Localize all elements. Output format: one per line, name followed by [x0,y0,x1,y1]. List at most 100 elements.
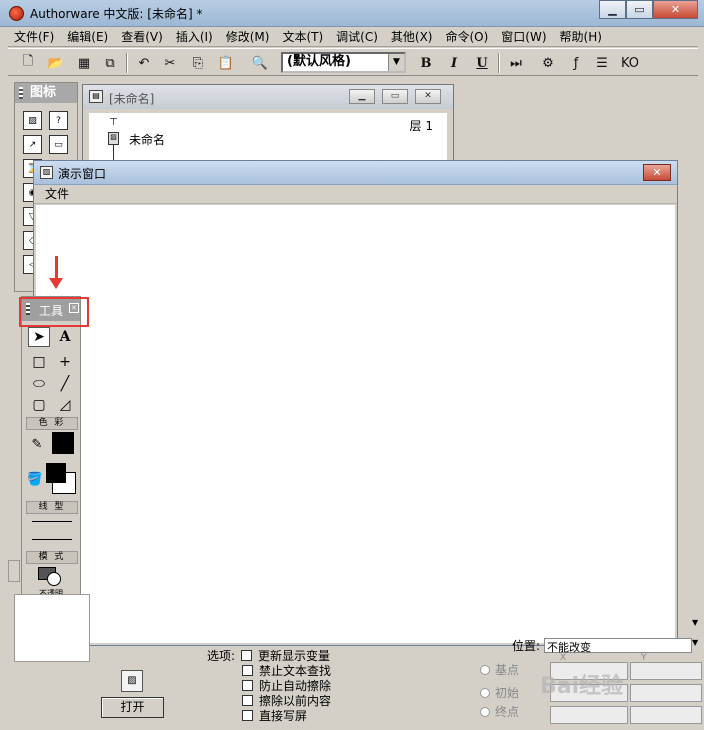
new-file-icon[interactable]: 🗋 [18,53,38,73]
line-style-default[interactable] [32,539,72,540]
property-preview-box [14,594,90,662]
copy-icon[interactable]: ⎘ [188,53,208,73]
annotation-highlight-box [19,297,89,327]
menu-item-5[interactable]: 文本(T) [276,28,330,45]
save-all-icon[interactable]: ▦ [74,53,94,73]
chevron-down-icon[interactable]: ▼ [692,638,704,652]
cut-icon[interactable]: ✂ [160,53,180,73]
design-window-header: ▤ [未命名] ▁ ▭ ✕ [83,85,453,109]
option-checkbox-3[interactable] [242,695,253,706]
import-icon[interactable]: ⧉ [100,53,120,73]
baidu-watermark: Bai经验 [540,674,624,699]
option-checkbox-4[interactable] [242,710,253,721]
menu-item-3[interactable]: 插入(I) [170,28,220,45]
end-y-field[interactable] [630,706,702,724]
undo-icon[interactable]: ↶ [134,53,154,73]
pen-color-icon[interactable]: ✎ [26,434,48,454]
open-button[interactable]: 打开 [101,697,164,718]
display-icon[interactable]: ▨ [108,132,119,145]
paste-icon[interactable]: 📋 [216,53,236,73]
presentation-canvas[interactable] [36,205,675,643]
chevron-down-icon[interactable]: ▼ [388,54,404,71]
presentation-close-button[interactable]: ✕ [643,164,671,181]
variables-icon[interactable]: ☰ [592,53,612,73]
paste-hand-icon: ⊤ [109,117,118,128]
presentation-window: ▨ 演示窗口 ✕ 文件 [33,160,678,646]
option-row-4: 直接写屏 [242,707,307,724]
underline-button[interactable]: U [472,53,492,73]
line-style-section-label: 线 型 [26,501,78,514]
toolbar-separator [498,53,500,73]
rounded-rectangle-tool-icon[interactable]: ▢ [28,395,50,415]
design-window-title: [未命名] [109,92,155,106]
menu-item-0[interactable]: 文件(F) [8,28,61,45]
tools-panel: 工具 ✕ ➤ A □ + ⬭ ╱ ▢ ◿ 色 彩 ✎ 🪣 线 型 模 式 不透明… [21,296,81,638]
line-tool-icon[interactable]: + [54,352,76,372]
position-row: 位置: 不能改变 [512,637,693,654]
menu-item-7[interactable]: 其他(X) [385,28,440,45]
menu-item-9[interactable]: 窗口(W) [495,28,553,45]
foreground-color-swatch[interactable] [46,463,66,483]
menu-item-1[interactable]: 编辑(E) [61,28,115,45]
menu-item-4[interactable]: 修改(M) [220,28,277,45]
initial-y-field[interactable] [630,684,702,702]
end-x-field[interactable] [550,706,628,724]
position-select[interactable]: 不能改变 [544,638,693,654]
functions-icon[interactable]: ƒ [566,53,586,73]
radio-initial[interactable] [480,687,490,698]
motion-icon[interactable]: ↗ [23,135,42,154]
option-checkbox-1[interactable] [242,665,253,676]
grip-icon[interactable] [19,87,23,99]
authorware-app-icon [9,6,24,21]
erase-icon[interactable]: ▭ [49,135,68,154]
menu-file[interactable]: 文件 [45,187,69,201]
line-color-swatch[interactable] [52,432,74,454]
design-close-button[interactable]: ✕ [415,89,441,104]
window-controls: ▁ ▭ ✕ [599,0,698,19]
control-panel-icon[interactable]: ⚙ [538,53,558,73]
polygon-tool-icon[interactable]: ◿ [54,395,76,415]
text-tool-icon[interactable]: A [54,327,76,347]
restart-icon[interactable]: ⏭ [506,53,526,73]
menu-item-8[interactable]: 命令(O) [439,28,495,45]
icon-palette-title: 图标 [15,83,77,103]
toolbar: 🗋 📂 ▦ ⧉ ↶ ✂ ⎘ 📋 🔍 (默认风格) ▼ B I U ⏭ ⚙ ƒ ☰… [8,48,698,76]
radio-label-1: 初始 [495,686,520,700]
line-style-thin[interactable] [32,521,72,522]
color-section-label: 色 彩 [26,417,78,430]
presentation-menu: 文件 [34,185,677,204]
design-minimize-button[interactable]: ▁ [349,89,375,104]
menu-item-2[interactable]: 查看(V) [115,28,170,45]
interaction-icon[interactable]: ? [49,111,68,130]
fill-bucket-icon[interactable]: 🪣 [24,469,46,489]
chevron-down-icon[interactable]: ▼ [692,618,704,632]
option-label-4: 直接写屏 [259,709,308,723]
flow-item-label[interactable]: 未命名 [129,131,165,148]
radio-end[interactable] [480,706,490,717]
open-file-icon[interactable]: 📂 [46,53,66,73]
pointer-tool-icon[interactable]: ➤ [28,327,50,347]
bold-button[interactable]: B [416,53,436,73]
collapsed-panel-tab[interactable] [8,560,20,582]
maximize-button[interactable]: ▭ [626,0,653,19]
level-indicator: 层 1 [409,119,433,133]
radio-label-0: 基点 [495,663,520,677]
minimize-button[interactable]: ▁ [599,0,626,19]
option-checkbox-0[interactable] [241,650,253,661]
close-button[interactable]: ✕ [653,0,698,19]
diagonal-line-tool-icon[interactable]: ╱ [54,374,76,394]
menu-item-10[interactable]: 帮助(H) [554,28,609,45]
display-icon[interactable]: ▨ [23,111,42,130]
knowledge-objects-icon[interactable]: KO [620,53,640,73]
menu-item-6[interactable]: 调试(C) [330,28,385,45]
design-maximize-button[interactable]: ▭ [382,89,408,104]
find-icon[interactable]: 🔍 [250,53,270,73]
base-y-field[interactable] [630,662,702,680]
radio-base[interactable] [480,664,490,675]
option-checkbox-2[interactable] [242,680,253,691]
presentation-window-icon: ▨ [40,166,53,179]
italic-button[interactable]: I [444,53,464,73]
rectangle-tool-icon[interactable]: □ [28,352,50,372]
ellipse-tool-icon[interactable]: ⬭ [28,374,50,394]
style-select[interactable]: (默认风格) ▼ [281,52,406,73]
